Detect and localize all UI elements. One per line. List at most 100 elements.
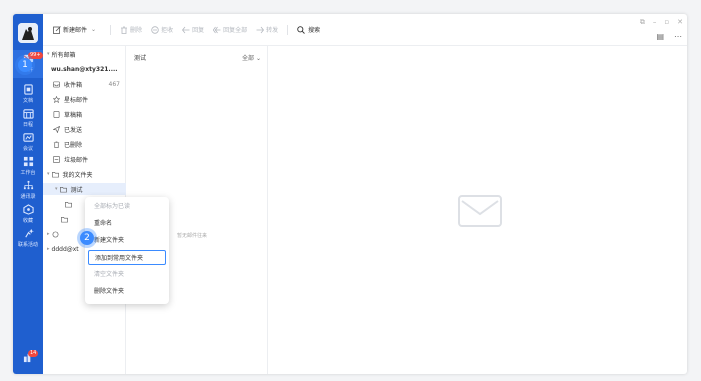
- menu-add-to-favorites[interactable]: 添加到常用文件夹: [88, 250, 166, 265]
- empty-list-text: 暂无邮件往来: [177, 233, 208, 239]
- folder-inbox[interactable]: 收件箱 467: [43, 78, 126, 90]
- folder-icon: [51, 171, 59, 177]
- user-avatar[interactable]: [18, 23, 38, 43]
- close-icon[interactable]: ✕: [677, 18, 683, 27]
- forward-button[interactable]: 转发: [256, 25, 278, 34]
- search-label: 搜索: [308, 27, 321, 34]
- toolbar: 新建邮件 ⌄ 删除 拒收 回复 回复全部 转发 搜索 ⧉ – ▫ ✕ ▤ ⋯: [43, 14, 687, 46]
- rail-item-workbench[interactable]: 工作台: [13, 156, 43, 176]
- reply-label: 回复: [192, 27, 205, 34]
- calendar-icon: [22, 109, 34, 119]
- more-icon[interactable]: ⋯: [674, 32, 682, 41]
- caret-right-icon: ▸: [47, 246, 50, 252]
- list-header: 测试 全部 ⌄: [134, 53, 261, 62]
- trash-icon: [53, 141, 60, 148]
- folder-icon: [52, 231, 58, 237]
- rail-item-label: 收藏: [22, 218, 33, 224]
- preview-pane: [268, 46, 687, 374]
- sparkle-icon: [24, 228, 34, 238]
- toolbar-right: ▤ ⋯: [646, 32, 682, 41]
- rail-item-notifications[interactable]: 14: [13, 350, 43, 365]
- rail-item-activities[interactable]: 联系活动: [13, 228, 43, 248]
- rail-item-meeting[interactable]: 会议: [13, 132, 43, 152]
- rail-item-label: 文档: [22, 98, 33, 104]
- starred-label: 星标邮件: [64, 96, 89, 104]
- folder-icon: [59, 186, 67, 192]
- sent-label: 已发送: [64, 126, 83, 134]
- toolbar-divider: [110, 24, 112, 35]
- compose-icon: [53, 25, 61, 34]
- delete-label: 删除: [130, 27, 143, 34]
- draft-icon: [53, 110, 60, 118]
- rail-item-contacts[interactable]: 通讯录: [13, 180, 43, 200]
- forward-icon: [256, 26, 265, 33]
- compose-label: 新建邮件: [63, 27, 88, 34]
- folder-icon: [61, 216, 68, 222]
- step-marker-2: 2: [80, 231, 94, 245]
- notification-badge: 14: [28, 350, 39, 357]
- rail-item-favorites[interactable]: 收藏: [13, 204, 43, 224]
- folder-drafts[interactable]: 草稿箱: [43, 108, 126, 120]
- step-marker-1: 1: [18, 58, 32, 72]
- minimize-icon[interactable]: –: [653, 18, 657, 27]
- pin-icon[interactable]: ⧉: [640, 18, 645, 27]
- menu-mark-all-read[interactable]: 全部标为已读: [88, 199, 166, 214]
- filter-dropdown[interactable]: 全部 ⌄: [242, 53, 261, 62]
- selected-folder-label: 测试: [70, 186, 83, 194]
- account-2-label: dddd@xt: [51, 245, 79, 253]
- reply-all-button[interactable]: 回复全部: [213, 25, 247, 34]
- list-title: 测试: [134, 55, 147, 62]
- caret-down-icon: ▾: [47, 51, 50, 57]
- send-icon: [53, 125, 60, 133]
- caret-right-icon: ▸: [47, 231, 50, 237]
- account-header[interactable]: wu.shan@xty321....: [43, 63, 126, 75]
- all-mailboxes-header[interactable]: ▾ 所有邮箱: [43, 48, 126, 60]
- grid-icon: [23, 156, 33, 167]
- unread-badge: 99+: [28, 52, 43, 59]
- spam-label: 垃圾邮件: [64, 156, 89, 164]
- inbox-icon: [53, 81, 60, 87]
- caret-down-icon: ▾: [47, 171, 50, 177]
- my-folders-label: 我的文件夹: [62, 171, 93, 179]
- window-controls: ⧉ – ▫ ✕: [632, 18, 683, 27]
- org-chart-icon: [23, 180, 33, 190]
- rail-item-label: 通讯录: [20, 194, 36, 200]
- folder-test[interactable]: ▾ 测试: [43, 183, 126, 195]
- inbox-label: 收件箱: [64, 81, 83, 89]
- chevron-down-icon[interactable]: ⌄: [91, 26, 96, 33]
- menu-rename[interactable]: 重命名: [88, 216, 166, 231]
- rail-item-label: 会议: [22, 146, 33, 152]
- folder-starred[interactable]: 星标邮件: [43, 93, 126, 105]
- reply-button[interactable]: 回复: [182, 25, 204, 34]
- delete-button[interactable]: 删除: [120, 25, 142, 34]
- folder-spam[interactable]: 垃圾邮件: [43, 153, 126, 165]
- menu-delete-folder[interactable]: 删除文件夹: [88, 284, 166, 299]
- document-icon: [23, 84, 33, 95]
- menu-empty-folder[interactable]: 清空文件夹: [88, 267, 166, 282]
- rail-item-calendar[interactable]: 日程: [13, 108, 43, 128]
- reject-button[interactable]: 拒收: [151, 25, 173, 34]
- all-mailboxes-label: 所有邮箱: [51, 51, 76, 59]
- folder-context-menu: 全部标为已读 重命名 新建文件夹 添加到常用文件夹 清空文件夹 删除文件夹: [85, 197, 169, 304]
- folder-sent[interactable]: 已发送: [43, 123, 126, 135]
- drafts-label: 草稿箱: [64, 111, 83, 119]
- maximize-icon[interactable]: ▫: [664, 18, 669, 27]
- rail-item-label: 日程: [22, 122, 33, 128]
- search-button[interactable]: 搜索: [297, 25, 320, 34]
- rail-item-label: 联系活动: [17, 242, 38, 248]
- menu-new-folder[interactable]: 新建文件夹: [88, 233, 166, 248]
- folder-deleted[interactable]: 已删除: [43, 138, 126, 150]
- account-label: wu.shan@xty321....: [51, 65, 118, 73]
- mail-app-window: 邮件 99+ 文档 日程 会议 工作台 通讯录: [13, 14, 687, 374]
- reply-all-icon: [213, 26, 221, 33]
- reply-icon: [182, 26, 190, 33]
- layout-icon[interactable]: ▤: [656, 32, 664, 41]
- block-icon: [151, 25, 159, 34]
- compose-button[interactable]: 新建邮件 ⌄: [53, 25, 96, 34]
- search-icon: [297, 25, 305, 34]
- folder-my-folders[interactable]: ▾ 我的文件夹: [43, 168, 126, 180]
- cube-icon: [22, 204, 34, 215]
- caret-down-icon: ▾: [55, 186, 58, 192]
- rail-item-docs[interactable]: 文档: [13, 84, 43, 104]
- folder-icon: [65, 201, 72, 207]
